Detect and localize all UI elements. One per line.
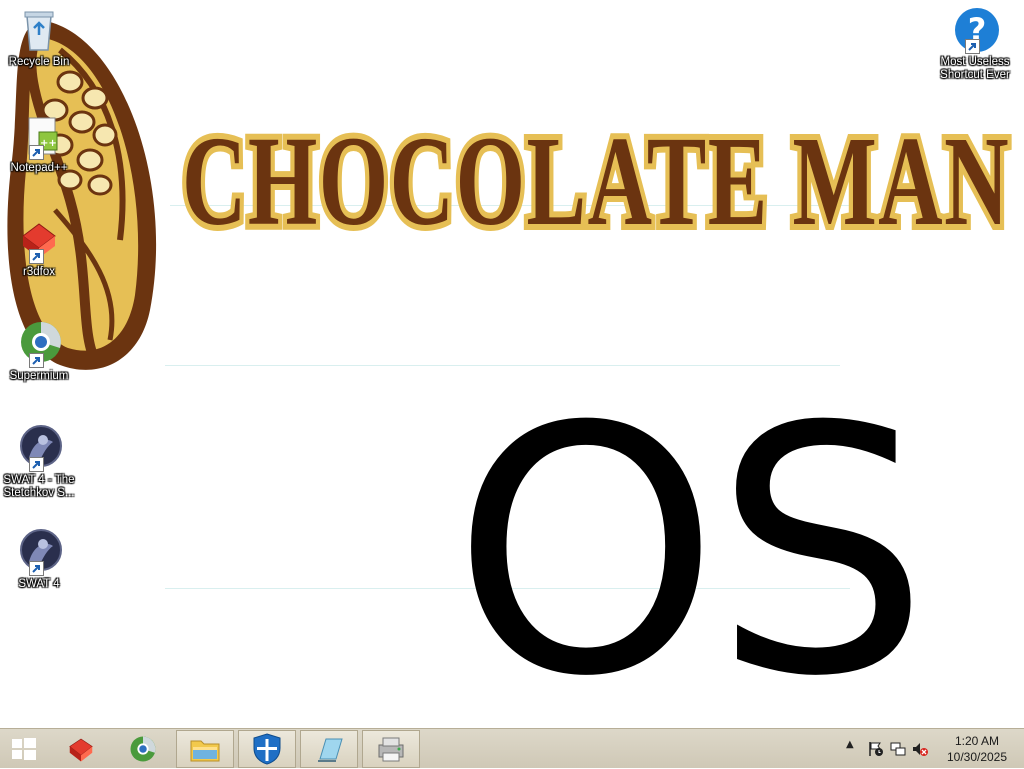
- desktop-icon-notepad-plus-plus[interactable]: ++ Notepad++: [0, 112, 78, 175]
- volume-muted-icon[interactable]: [912, 741, 928, 757]
- desktop-icon-label: SWAT 4 - The Stetchkov S...: [3, 474, 75, 499]
- shortcut-arrow-icon: [29, 561, 44, 576]
- desktop-icon-swat4-expansion[interactable]: SWAT 4 - The Stetchkov S...: [0, 424, 78, 500]
- shortcut-arrow-icon: [965, 39, 980, 54]
- r3dfox-icon: [15, 216, 63, 264]
- desktop-icon-supermium[interactable]: Supermium: [0, 320, 78, 383]
- desktop-icon-label: SWAT 4: [18, 578, 60, 590]
- taskbar-file-explorer-button[interactable]: [176, 730, 234, 768]
- taskbar-supermium-button[interactable]: [114, 730, 172, 768]
- desktop-icon-label: Most Useless Shortcut Ever: [940, 56, 1010, 81]
- desktop[interactable]: CHOCOLATE MAN OS Recycle Bin ++ Notepad+…: [0, 0, 1024, 728]
- shortcut-arrow-icon: [29, 249, 44, 264]
- desktop-icon-most-useless-shortcut[interactable]: ? Most Useless Shortcut Ever: [936, 6, 1014, 82]
- shortcut-arrow-icon: [29, 457, 44, 472]
- taskbar-device-manager-button[interactable]: [362, 730, 420, 768]
- clock-time: 1:20 AM: [954, 734, 1000, 748]
- system-tray: ▲ 1:20 AM 10/30/2025: [844, 729, 1024, 769]
- supermium-icon: [130, 736, 156, 762]
- show-hidden-icons-chevron-icon[interactable]: ▲: [846, 739, 862, 755]
- taskbar-r3dfox-button[interactable]: [52, 730, 110, 768]
- desktop-icon-r3dfox[interactable]: r3dfox: [0, 216, 78, 279]
- taskbar: ▲ 1:20 AM 10/30/2025: [0, 728, 1024, 768]
- os-subtitle: OS: [452, 355, 929, 728]
- shield-icon: [253, 733, 281, 765]
- supermium-icon: [15, 320, 63, 368]
- network-icon[interactable]: [890, 741, 906, 757]
- taskbar-clock[interactable]: 1:20 AM 10/30/2025: [942, 733, 1012, 765]
- desktop-icon-label: Recycle Bin: [8, 56, 70, 68]
- svg-text:CHOCOLATE MAN: CHOCOLATE MAN: [182, 110, 1010, 252]
- start-button[interactable]: [0, 730, 48, 768]
- folder-icon: [190, 740, 220, 762]
- printer-icon: [378, 737, 404, 762]
- help-question-icon: ?: [951, 6, 999, 54]
- r3dfox-icon: [69, 738, 93, 762]
- taskbar-notepad-button[interactable]: [300, 730, 358, 768]
- desktop-icon-label: Notepad++: [10, 162, 68, 174]
- notepad-icon: [318, 738, 343, 762]
- action-center-flag-icon[interactable]: [868, 741, 884, 757]
- desktop-icon-swat4[interactable]: SWAT 4: [0, 528, 78, 591]
- taskbar-windows-defender-button[interactable]: [238, 730, 296, 768]
- shortcut-arrow-icon: [29, 353, 44, 368]
- notepad-plus-plus-icon: ++: [15, 112, 63, 160]
- desktop-icon-label: r3dfox: [23, 266, 55, 278]
- swat4-expansion-icon: [15, 424, 63, 472]
- desktop-icon-label: Supermium: [9, 370, 69, 382]
- shortcut-arrow-icon: [29, 145, 44, 160]
- brand-title: CHOCOLATE MAN: [176, 104, 1014, 254]
- desktop-icon-recycle-bin[interactable]: Recycle Bin: [0, 6, 78, 69]
- windows-start-icon: [12, 738, 36, 760]
- recycle-bin-icon: [15, 6, 63, 54]
- clock-date: 10/30/2025: [946, 750, 1008, 764]
- swat4-icon: [15, 528, 63, 576]
